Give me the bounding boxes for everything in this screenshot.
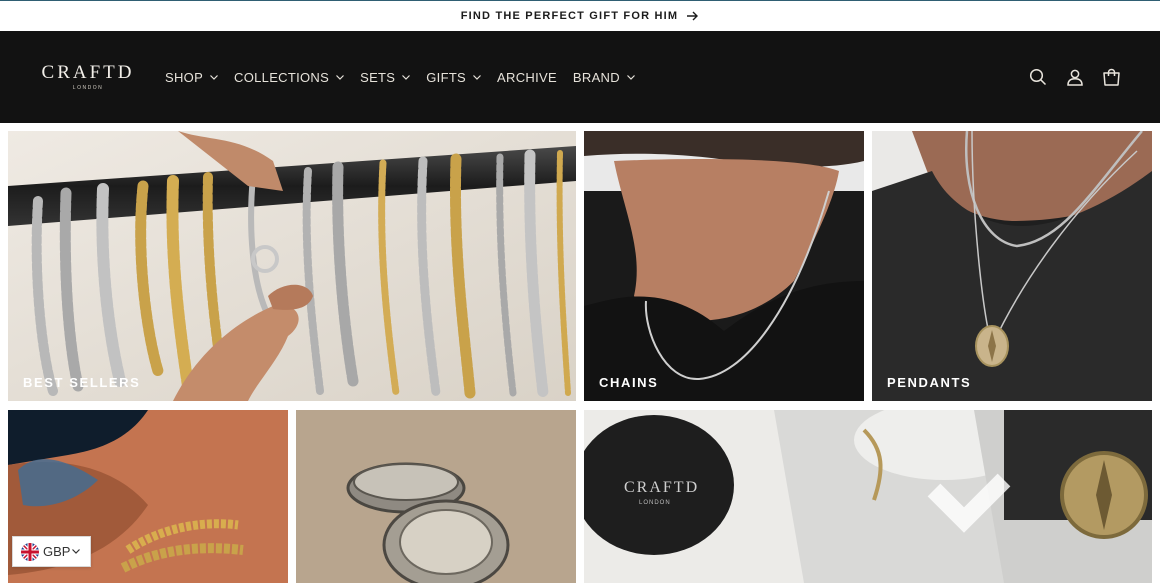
main-nav: SHOP COLLECTIONS SETS GIFTS ARCHIVE BRAN… xyxy=(165,70,651,85)
nav-item-shop[interactable]: SHOP xyxy=(165,70,218,85)
svg-text:CRAFTD: CRAFTD xyxy=(624,479,699,496)
nav-item-brand[interactable]: BRAND xyxy=(573,70,635,85)
arrow-right-icon xyxy=(687,11,699,21)
search-icon[interactable] xyxy=(1027,67,1048,88)
pendants-image xyxy=(872,131,1152,401)
tile-best-sellers[interactable]: BEST SELLERS xyxy=(8,131,576,401)
logo-wordmark: CRAFTD xyxy=(41,62,135,83)
nav-label: SETS xyxy=(360,69,396,85)
currency-selector[interactable]: GBP xyxy=(12,536,91,567)
rings-image xyxy=(296,410,576,583)
tile-label: CHAINS xyxy=(599,375,659,390)
header-icons xyxy=(1027,67,1122,88)
nav-item-archive[interactable]: ARCHIVE xyxy=(497,70,557,85)
tile-packaging[interactable]: CRAFTD LONDON xyxy=(584,410,1152,583)
nav-label: GIFTS xyxy=(426,69,467,85)
bracelets-image xyxy=(8,131,576,401)
currency-code: GBP xyxy=(43,544,71,559)
logo-subtext: LONDON xyxy=(72,85,104,91)
chains-image xyxy=(584,131,864,401)
nav-item-sets[interactable]: SETS xyxy=(360,69,411,85)
tile-label: BEST SELLERS xyxy=(23,375,141,390)
brand-logo[interactable]: CRAFTD LONDON xyxy=(41,62,135,91)
nav-label: ARCHIVE xyxy=(497,69,557,85)
tile-pendants[interactable]: PENDANTS xyxy=(872,131,1152,401)
nav-item-gifts[interactable]: GIFTS xyxy=(426,70,481,85)
chevron-down-icon xyxy=(210,74,218,80)
nav-label: COLLECTIONS xyxy=(234,69,330,85)
account-icon[interactable] xyxy=(1064,67,1085,88)
packaging-image: CRAFTD LONDON xyxy=(584,410,1152,583)
chevron-down-icon xyxy=(336,74,345,80)
tile-label: PENDANTS xyxy=(887,375,972,390)
tile-rings[interactable] xyxy=(296,410,576,583)
nav-label: SHOP xyxy=(165,69,204,85)
uk-flag-icon xyxy=(21,542,39,561)
nav-label: BRAND xyxy=(572,69,620,85)
svg-text:LONDON: LONDON xyxy=(639,500,671,506)
announcement-bar[interactable]: FIND THE PERFECT GIFT FOR HIM xyxy=(0,0,1160,31)
cart-icon[interactable] xyxy=(1101,67,1122,88)
site-header: CRAFTD LONDON SHOP COLLECTIONS SETS GIFT… xyxy=(0,31,1160,123)
announcement-text[interactable]: FIND THE PERFECT GIFT FOR HIM xyxy=(461,10,679,22)
chevron-down-icon xyxy=(627,74,635,80)
chevron-down-icon xyxy=(473,74,481,80)
tile-chains[interactable]: CHAINS xyxy=(584,131,864,401)
chevron-down-icon xyxy=(402,74,411,80)
collection-grid: BEST SELLERS CHAINS PENDANTS CRAFTD LOND… xyxy=(0,123,1160,583)
nav-item-collections[interactable]: COLLECTIONS xyxy=(234,69,345,85)
chevron-down-icon xyxy=(72,549,81,554)
